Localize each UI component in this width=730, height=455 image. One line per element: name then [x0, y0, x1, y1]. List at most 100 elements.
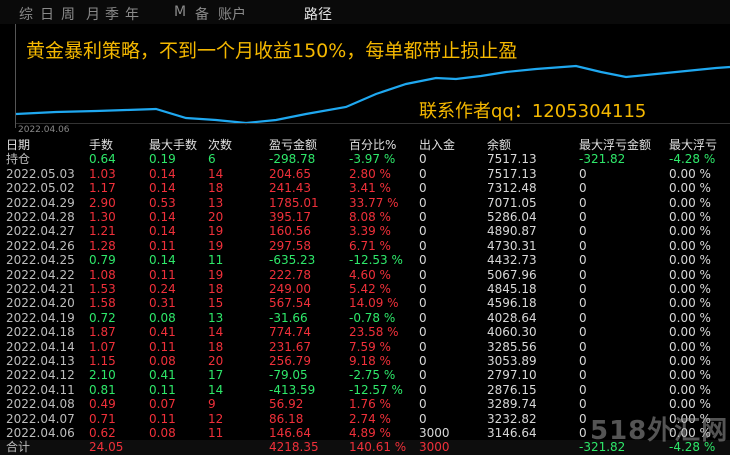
- cell-date: 2022.04.25: [6, 253, 75, 268]
- cell-max-lots: 0.08: [149, 310, 176, 325]
- cell-count: 20: [208, 210, 224, 224]
- cell-float-pct: 0.00 %: [669, 339, 711, 354]
- cell-float-pct: 0.00 %: [669, 181, 711, 196]
- table-row: 2022.04.21 1.53 0.24 18 249.00 5.42 % 0 4845.18…: [0, 282, 730, 296]
- cell-float: 0: [579, 397, 587, 412]
- cell-pl: 567.54: [269, 296, 311, 311]
- tab-4[interactable]: 季: [105, 4, 119, 24]
- cell-date: 2022.04.14: [6, 339, 75, 354]
- cell-count: 19: [208, 238, 224, 253]
- cell-lots: 2.10: [89, 368, 116, 383]
- cell-io: 0: [419, 166, 427, 181]
- cell-pct: 23.58 %: [349, 325, 399, 340]
- cell-float: 0: [579, 282, 587, 296]
- cell-max-lots: 0.11: [149, 382, 176, 397]
- cell-count: 14: [208, 166, 224, 181]
- cell-count: 12: [208, 411, 224, 426]
- cell-io: 0: [419, 339, 427, 354]
- cell-io: 0: [419, 411, 427, 426]
- chart-axis-line: [16, 123, 730, 124]
- cell-pct: 3.39 %: [349, 224, 391, 239]
- cell-lots: 1.07: [89, 339, 116, 354]
- cell-float-pct: 0.00 %: [669, 282, 711, 296]
- tab-7[interactable]: 备: [195, 4, 209, 24]
- cell-date: 2022.04.29: [6, 195, 75, 210]
- tab-2[interactable]: 周: [61, 4, 75, 24]
- cell-max-lots: 0.31: [149, 296, 176, 311]
- cell-io: 3000: [419, 426, 450, 440]
- cell-float: 0: [579, 310, 587, 325]
- tab-9[interactable]: 路径: [304, 4, 332, 24]
- cell-float-pct: 0.00 %: [669, 325, 711, 340]
- cell-pct: -12.53 %: [349, 253, 403, 268]
- cell-lots: 1.03: [89, 166, 116, 181]
- cell-io: 0: [419, 368, 427, 383]
- cell-max-lots: 0.07: [149, 397, 176, 412]
- tab-0[interactable]: 综: [19, 4, 33, 24]
- cell-count: 13: [208, 195, 224, 210]
- cell-pct: 3.41 %: [349, 181, 391, 196]
- cell-io: 0: [419, 238, 427, 253]
- cell-lots: 1.17: [89, 181, 116, 196]
- cell-float: 0: [579, 382, 587, 397]
- cell-date: 2022.04.08: [6, 397, 75, 412]
- cell-pl: -413.59: [269, 382, 316, 397]
- cell-lots: 1.28: [89, 238, 116, 253]
- cell-count: 18: [208, 282, 224, 296]
- cell-pl: 249.00: [269, 282, 311, 296]
- cell-max-lots: 0.24: [149, 282, 176, 296]
- cell-float-pct: 0.00 %: [669, 224, 711, 239]
- tab-8[interactable]: 账户: [218, 4, 246, 24]
- cell-pl: 297.58: [269, 238, 311, 253]
- cell-balance: 4060.30: [487, 325, 537, 340]
- cell-io: 0: [419, 253, 427, 268]
- table-row: 持仓 0.64 0.19 6 -298.78 -3.97 % 0 7517.13 -321.82…: [0, 152, 730, 166]
- tab-1[interactable]: 日: [40, 4, 54, 24]
- cell-balance: 4730.31: [487, 238, 537, 253]
- cell-max-lots: 0.08: [149, 426, 176, 440]
- tab-6[interactable]: M: [174, 4, 186, 20]
- tab-3[interactable]: 月: [86, 4, 100, 24]
- tab-5[interactable]: 年: [125, 4, 139, 24]
- cell-max-lots: 0.14: [149, 166, 176, 181]
- cell-float-pct: 0.00 %: [669, 238, 711, 253]
- cell-float-pct: 0.00 %: [669, 253, 711, 268]
- cell-max-lots: 0.11: [149, 339, 176, 354]
- cell-pl: -79.05: [269, 368, 308, 383]
- cell-float: 0: [579, 195, 587, 210]
- cell-date: 2022.05.02: [6, 181, 75, 196]
- cell-float: 0: [579, 325, 587, 340]
- cell-date: 2022.04.13: [6, 354, 75, 368]
- header-3: 次数: [208, 138, 233, 152]
- cell-count: 18: [208, 181, 224, 196]
- cell-lots: 2.90: [89, 195, 116, 210]
- cell-balance: 2797.10: [487, 368, 537, 383]
- cell-balance: 7517.13: [487, 166, 537, 181]
- cell-pl: 231.67: [269, 339, 311, 354]
- cell-max-lots: 0.53: [149, 195, 176, 210]
- header-7: 余额: [487, 138, 512, 152]
- cell-date: 2022.04.20: [6, 296, 75, 311]
- cell-lots: 1.21: [89, 224, 116, 239]
- cell-count: 6: [208, 152, 216, 167]
- cell-balance: 7071.05: [487, 195, 537, 210]
- cell-float: 0: [579, 354, 587, 368]
- cell-max-lots: 0.11: [149, 411, 176, 426]
- cell-balance: 7517.13: [487, 152, 537, 167]
- cell-float-pct: 0.00 %: [669, 354, 711, 368]
- cell-pct: 14.09 %: [349, 296, 399, 311]
- table-row: 2022.05.03 1.03 0.14 14 204.65 2.80 % 0 7517.13…: [0, 167, 730, 181]
- table-row: 2022.04.28 1.30 0.14 20 395.17 8.08 % 0 5286.04…: [0, 210, 730, 224]
- table-row: 2022.04.12 2.10 0.41 17 -79.05 -2.75 % 0 2797.1…: [0, 368, 730, 382]
- table-row: 2022.04.18 1.87 0.41 14 774.74 23.58 % 0 4060.3…: [0, 325, 730, 339]
- header-9: 最大浮亏: [669, 138, 718, 152]
- cell-float-pct: -4.28 %: [669, 152, 716, 167]
- header-6: 出入金: [419, 138, 456, 152]
- cell-float: 0: [579, 238, 587, 253]
- cell-max-lots: 0.11: [149, 267, 176, 282]
- header-4: 盈亏金额: [269, 138, 318, 152]
- cell-float-pct: 0.00 %: [669, 310, 711, 325]
- cell-date: 2022.04.28: [6, 210, 75, 224]
- cell-pct: 7.59 %: [349, 339, 391, 354]
- cell-lots: 1.87: [89, 325, 116, 340]
